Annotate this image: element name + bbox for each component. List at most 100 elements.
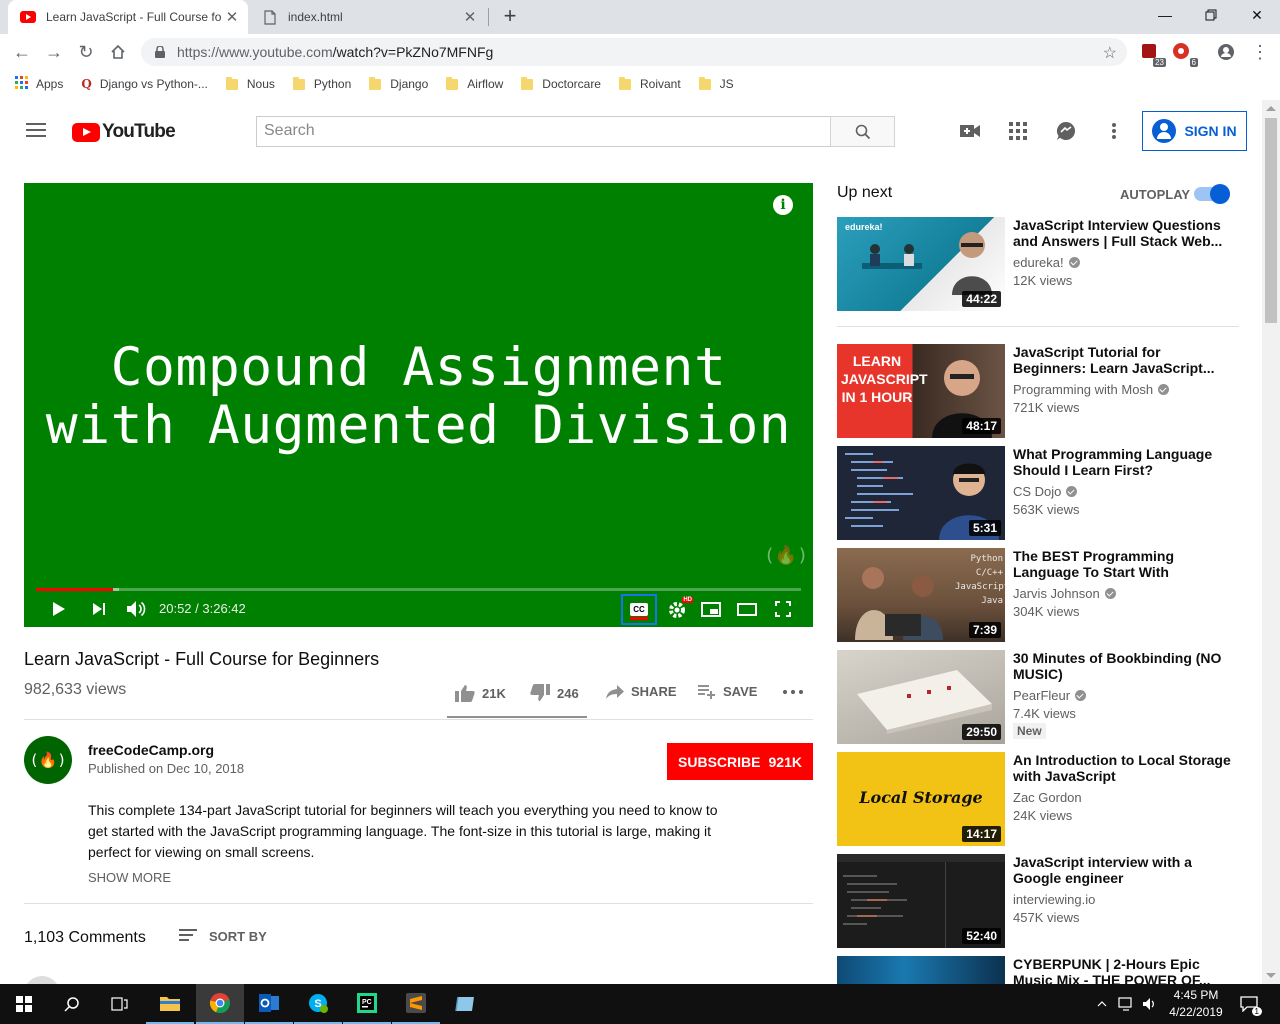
video-thumbnail[interactable]: 5:31 xyxy=(837,446,1005,540)
outlook-icon[interactable] xyxy=(245,984,293,1024)
channel-name[interactable]: Jarvis Johnson xyxy=(1013,586,1116,601)
search-icon[interactable] xyxy=(48,984,96,1024)
channel-name[interactable]: Programming with Mosh xyxy=(1013,382,1170,397)
recommended-video[interactable]: 29:50 30 Minutes of Bookbinding (NO MUSI… xyxy=(837,650,1247,744)
bookmark-folder-js[interactable]: JS xyxy=(698,76,734,91)
create-video-icon[interactable] xyxy=(959,120,981,142)
skype-icon[interactable]: S xyxy=(294,984,342,1024)
recommended-video[interactable]: Python C/C++ JavaScript Java 7:39 The BE… xyxy=(837,548,1247,642)
new-tab-icon[interactable]: + xyxy=(498,5,522,29)
volume-icon[interactable] xyxy=(1138,984,1162,1024)
subscribe-button[interactable]: SUBSCRIBE 921K xyxy=(667,743,813,780)
theater-mode-icon[interactable] xyxy=(735,597,759,621)
tab-youtube[interactable]: Learn JavaScript - Full Course for ✕ xyxy=(8,0,248,34)
volume-icon[interactable] xyxy=(124,597,148,621)
bookmark-folder-doctorcare[interactable]: Doctorcare xyxy=(521,76,601,91)
bookmark-folder-python[interactable]: Python xyxy=(292,76,351,91)
task-view-icon[interactable] xyxy=(96,984,144,1024)
recommended-video[interactable]: CYBERPUNK | 2-Hours Epic Music Mix - THE… xyxy=(837,956,1247,984)
dislike-button[interactable]: 246 xyxy=(530,684,579,702)
search-input[interactable]: Search xyxy=(256,116,831,147)
like-button[interactable]: 21K xyxy=(455,684,506,702)
video-title[interactable]: 30 Minutes of Bookbinding (NO MUSIC) xyxy=(1013,650,1233,682)
scroll-up-arrow-icon[interactable] xyxy=(1266,106,1276,111)
bookmark-folder-airflow[interactable]: Airflow xyxy=(446,76,503,91)
channel-name[interactable]: freeCodeCamp.org xyxy=(88,742,214,758)
video-title[interactable]: CYBERPUNK | 2-Hours Epic Music Mix - THE… xyxy=(1013,956,1233,984)
extension-icon[interactable]: 23 xyxy=(1140,42,1166,67)
file-explorer-icon[interactable] xyxy=(146,984,194,1024)
video-player[interactable]: Compound Assignment with Augmented Divis… xyxy=(24,183,813,627)
video-thumbnail[interactable]: edureka! 44:22 xyxy=(837,217,1005,311)
channel-name[interactable]: Zac Gordon xyxy=(1013,790,1082,805)
settings-gear-icon[interactable]: HD xyxy=(665,597,693,621)
autoplay-toggle[interactable] xyxy=(1194,184,1230,204)
next-icon[interactable] xyxy=(88,597,110,621)
youtube-logo[interactable]: YouTube xyxy=(72,121,176,143)
bookmark-django-vs-python[interactable]: Q Django vs Python-... xyxy=(81,77,208,91)
close-tab-icon[interactable]: ✕ xyxy=(460,8,480,26)
bookmark-folder-django[interactable]: Django xyxy=(369,76,428,91)
show-hidden-icons-icon[interactable] xyxy=(1090,984,1114,1024)
video-title[interactable]: An Introduction to Local Storage with Ja… xyxy=(1013,752,1233,784)
channel-name[interactable]: PearFleur xyxy=(1013,688,1087,703)
pycharm-icon[interactable]: PC xyxy=(343,984,391,1024)
profile-icon[interactable] xyxy=(1214,40,1238,64)
extension-icon[interactable]: 6 xyxy=(1172,42,1198,67)
video-title[interactable]: The BEST Programming Language To Start W… xyxy=(1013,548,1233,580)
app-icon[interactable] xyxy=(441,984,489,1024)
channel-name[interactable]: edureka! xyxy=(1013,255,1080,270)
settings-more-icon[interactable] xyxy=(1103,120,1125,142)
taskbar-clock[interactable]: 4:45 PM 4/22/2019 xyxy=(1163,987,1229,1021)
show-more-button[interactable]: SHOW MORE xyxy=(88,870,171,885)
recommended-video[interactable]: Local Storage 14:17 An Introduction to L… xyxy=(837,752,1247,846)
recommended-video[interactable]: LEARN JAVASCRIPT IN 1 HOUR 48:17 JavaScr… xyxy=(837,344,1247,438)
video-thumbnail[interactable]: Python C/C++ JavaScript Java 7:39 xyxy=(837,548,1005,642)
chrome-icon[interactable] xyxy=(196,984,244,1024)
save-button[interactable]: SAVE xyxy=(698,684,757,699)
network-icon[interactable] xyxy=(1114,984,1138,1024)
channel-name[interactable]: interviewing.io xyxy=(1013,892,1095,907)
channel-name[interactable]: CS Dojo xyxy=(1013,484,1078,499)
recommended-video[interactable]: 52:40 JavaScript interview with a Google… xyxy=(837,854,1247,948)
fullscreen-icon[interactable] xyxy=(771,597,795,621)
messages-icon[interactable] xyxy=(1055,120,1077,142)
info-icon[interactable]: i xyxy=(773,195,793,215)
video-title[interactable]: JavaScript Tutorial for Beginners: Learn… xyxy=(1013,344,1233,376)
reload-icon[interactable]: ↻ xyxy=(74,40,98,64)
menu-icon[interactable] xyxy=(26,123,46,141)
share-button[interactable]: SHARE xyxy=(606,684,677,699)
apps-icon[interactable] xyxy=(1007,120,1029,142)
progress-bar[interactable] xyxy=(36,588,801,591)
close-window-icon[interactable]: ✕ xyxy=(1234,0,1280,30)
video-thumbnail[interactable]: 29:50 xyxy=(837,650,1005,744)
more-actions-icon[interactable] xyxy=(783,690,810,694)
video-thumbnail[interactable]: Local Storage 14:17 xyxy=(837,752,1005,846)
tab-index-html[interactable]: index.html ✕ xyxy=(250,0,486,34)
scroll-down-arrow-icon[interactable] xyxy=(1266,973,1276,978)
bookmark-apps[interactable]: Apps xyxy=(15,76,63,92)
recommended-video[interactable]: 5:31 What Programming Language Should I … xyxy=(837,446,1247,540)
video-thumbnail[interactable] xyxy=(837,956,1005,984)
page-scrollbar[interactable] xyxy=(1262,100,1280,984)
chrome-menu-icon[interactable]: ⋮ xyxy=(1248,40,1272,64)
sublime-text-icon[interactable] xyxy=(392,984,440,1024)
home-icon[interactable] xyxy=(106,40,130,64)
minimize-icon[interactable]: — xyxy=(1142,0,1188,30)
search-button[interactable] xyxy=(830,116,895,147)
address-bar[interactable]: https://www.youtube.com/watch?v=PkZNo7MF… xyxy=(141,38,1127,66)
channel-avatar[interactable]: (🔥) xyxy=(24,736,72,784)
scrollbar-thumb[interactable] xyxy=(1265,118,1277,323)
video-title[interactable]: What Programming Language Should I Learn… xyxy=(1013,446,1233,478)
notifications-icon[interactable]: 1 xyxy=(1234,984,1264,1024)
bookmark-star-icon[interactable]: ☆ xyxy=(1103,43,1117,63)
video-thumbnail[interactable]: 52:40 xyxy=(837,854,1005,948)
captions-button[interactable]: CC xyxy=(621,594,657,625)
restore-icon[interactable] xyxy=(1188,0,1234,30)
close-tab-icon[interactable]: ✕ xyxy=(222,8,242,26)
recommended-video[interactable]: edureka! 44:22 JavaScript Interview Ques… xyxy=(837,217,1247,311)
video-title[interactable]: JavaScript Interview Questions and Answe… xyxy=(1013,217,1233,249)
sign-in-button[interactable]: SIGN IN xyxy=(1142,111,1247,151)
sort-by-button[interactable]: SORT BY xyxy=(179,929,267,944)
bookmark-folder-roivant[interactable]: Roivant xyxy=(618,76,681,91)
